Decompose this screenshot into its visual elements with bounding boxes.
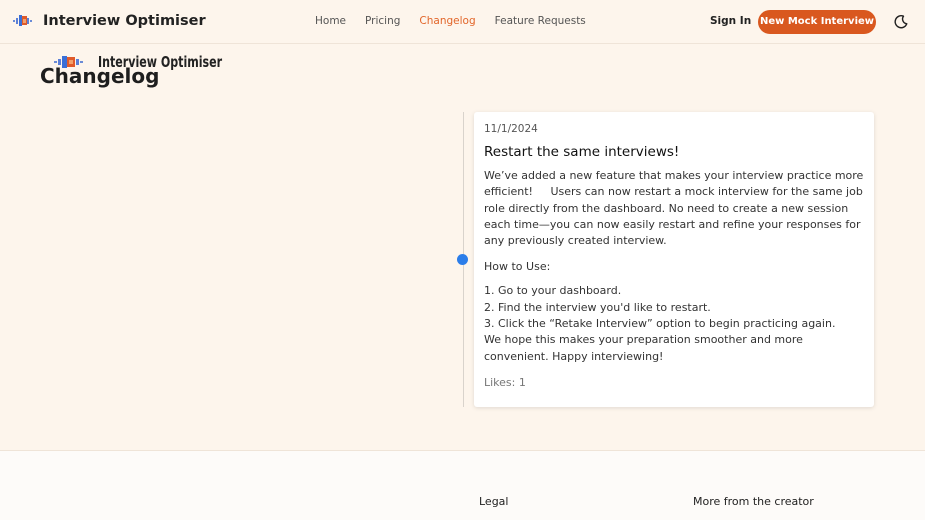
entry-steps: 1. Go to your dashboard. 2. Find the int… xyxy=(484,283,864,332)
entry-outro: We hope this makes your preparation smoo… xyxy=(484,333,803,363)
footer xyxy=(0,450,925,520)
entry-likes[interactable]: Likes: 1 xyxy=(484,376,864,389)
moon-icon[interactable] xyxy=(893,14,909,30)
entry-how-to-heading: How to Use: xyxy=(484,260,551,274)
nav-link-home[interactable]: Home xyxy=(315,15,346,27)
new-mock-interview-button[interactable]: New Mock Interview xyxy=(758,10,876,34)
footer-brand-name: Interview Optimiser xyxy=(98,53,223,71)
nav-link-pricing[interactable]: Pricing xyxy=(365,15,400,27)
entry-date: 11/1/2024 xyxy=(484,123,538,135)
list-item: 2. Find the interview you'd like to rest… xyxy=(484,300,711,314)
nav-link-changelog[interactable]: Changelog xyxy=(419,15,475,27)
brand-link[interactable]: Interview Optimiser xyxy=(12,10,206,32)
logo-icon xyxy=(54,53,90,71)
top-navbar: Interview Optimiser Home Pricing Changel… xyxy=(0,0,925,44)
entry-body: We’ve added a new feature that makes you… xyxy=(484,169,864,248)
nav-link-feature-requests[interactable]: Feature Requests xyxy=(495,15,586,27)
list-item: 1. Go to your dashboard. xyxy=(484,284,622,298)
brand-name: Interview Optimiser xyxy=(43,13,206,29)
sign-in-link[interactable]: Sign In xyxy=(710,15,751,27)
nav-links: Home Pricing Changelog Feature Requests xyxy=(315,15,605,27)
logo-icon xyxy=(12,10,34,32)
entry-title: Restart the same interviews! xyxy=(484,144,680,160)
footer-brand[interactable]: Interview Optimiser xyxy=(54,53,249,71)
footer-legal-heading: Legal xyxy=(479,495,509,508)
timeline-dot xyxy=(457,254,468,265)
footer-more-heading: More from the creator xyxy=(693,495,814,508)
list-item: 3. Click the “Retake Interview” option t… xyxy=(484,317,836,331)
changelog-entry-card: 11/1/2024 Restart the same interviews! W… xyxy=(474,112,874,407)
